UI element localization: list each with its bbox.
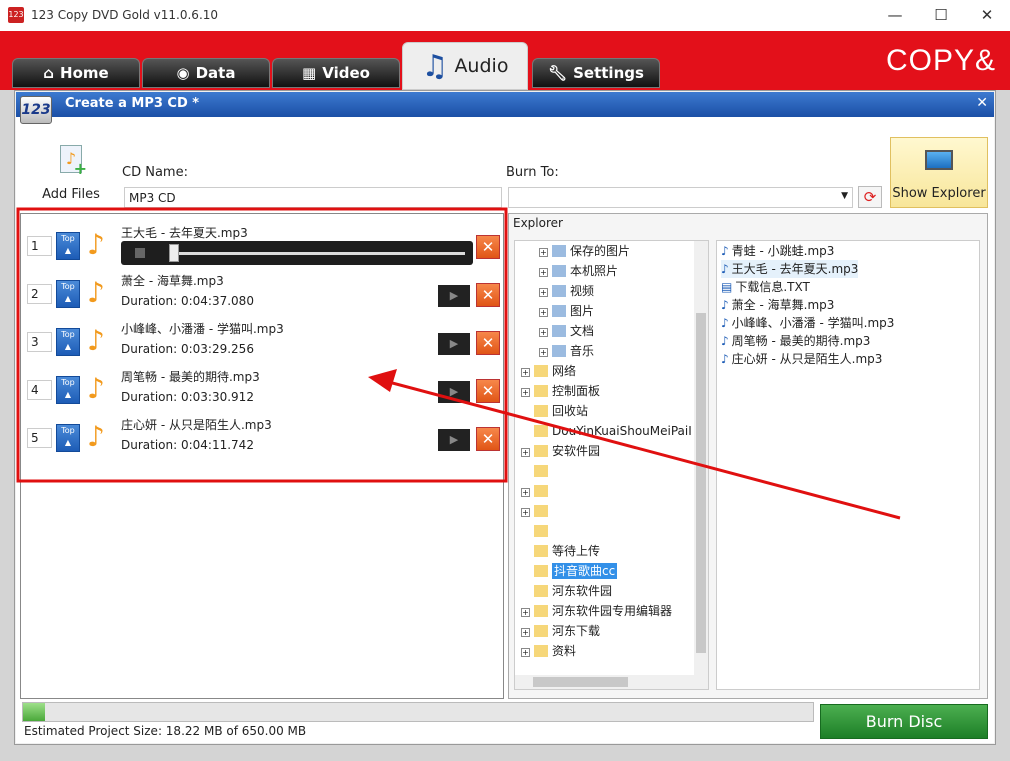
annotation-arrow-head — [368, 369, 397, 392]
annotation-overlay — [16, 207, 901, 520]
annotation-rectangle — [16, 207, 508, 483]
annotation-arrow-line — [384, 379, 901, 520]
